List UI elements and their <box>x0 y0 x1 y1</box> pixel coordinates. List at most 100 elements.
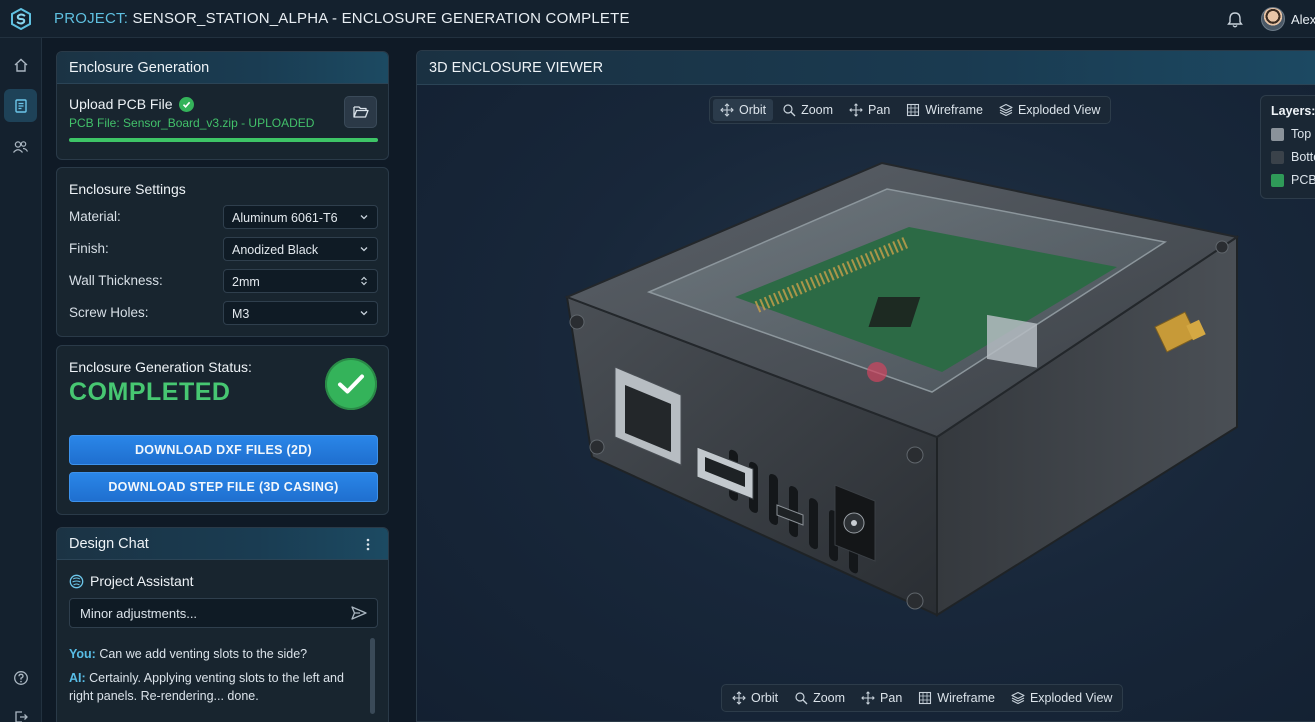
chat-message-user: You: Can we add venting slots to the sid… <box>69 645 359 663</box>
sidebar-item-projects[interactable] <box>4 89 37 122</box>
folder-open-icon <box>352 106 369 118</box>
chevron-down-icon <box>360 247 368 252</box>
upload-folder-button[interactable] <box>344 96 377 128</box>
tool-label: Wireframe <box>937 691 995 705</box>
tool-pan[interactable]: Pan <box>854 687 909 709</box>
more-options-icon[interactable] <box>360 536 376 552</box>
screw-holes-select[interactable]: M3 <box>223 301 378 325</box>
orbit-icon <box>720 103 734 117</box>
enclosure-viewer: 3D ENCLOSURE VIEWER Orbit Zoom Pan Wiref… <box>416 50 1315 722</box>
tool-exploded-view[interactable]: Exploded View <box>992 99 1107 121</box>
chevron-down-icon <box>360 215 368 220</box>
title-project: SENSOR_STATION_ALPHA - ENCLOSURE GENERAT… <box>132 10 630 27</box>
home-icon <box>14 58 27 72</box>
layer-pcb[interactable]: PCB <box>1271 173 1315 187</box>
status-value: COMPLETED <box>69 378 231 406</box>
tool-wireframe[interactable]: Wireframe <box>899 99 990 121</box>
settings-title: Enclosure Settings <box>69 181 186 197</box>
generation-status-panel: Enclosure Generation Status: COMPLETED D… <box>56 345 389 515</box>
layer-swatch <box>1271 173 1284 187</box>
select-value: M3 <box>232 307 250 321</box>
tool-label: Orbit <box>739 103 767 117</box>
layer-bottom[interactable]: Botto <box>1271 150 1315 164</box>
upload-progress-bar <box>69 138 378 142</box>
help-icon <box>13 670 28 685</box>
tool-zoom[interactable]: Zoom <box>787 687 852 709</box>
layer-swatch <box>1271 127 1284 141</box>
viewer-title: 3D ENCLOSURE VIEWER <box>429 59 604 76</box>
layer-label: Top C <box>1291 127 1315 141</box>
panel-title: Design Chat <box>69 535 149 552</box>
panel-header: Design Chat <box>57 528 388 560</box>
tool-label: Pan <box>880 691 903 705</box>
pan-icon <box>849 103 863 117</box>
sidebar-item-home[interactable] <box>4 48 37 81</box>
upload-progress-fill <box>69 138 378 142</box>
layers-title: Layers: <box>1271 104 1315 118</box>
stepper-value: 2mm <box>232 275 260 289</box>
chevron-down-icon <box>360 311 368 316</box>
sidebar-item-team[interactable] <box>4 130 37 163</box>
select-value: Anodized Black <box>232 243 319 257</box>
tool-zoom[interactable]: Zoom <box>775 99 840 121</box>
tool-wireframe[interactable]: Wireframe <box>911 687 1002 709</box>
avatar[interactable] <box>1261 7 1285 31</box>
tool-orbit[interactable]: Orbit <box>713 99 774 121</box>
assistant-name: Project Assistant <box>90 573 194 589</box>
check-circle-icon <box>178 96 194 112</box>
material-select[interactable]: Aluminum 6061-T6 <box>223 205 378 229</box>
wall-thickness-stepper[interactable]: 2mm <box>223 269 378 293</box>
sidebar-item-logout[interactable] <box>4 700 37 722</box>
stepper-arrows-icon[interactable] <box>359 276 369 286</box>
setting-label: Material: <box>69 209 121 224</box>
layer-label: PCB <box>1291 173 1315 187</box>
tool-orbit[interactable]: Orbit <box>725 687 785 709</box>
tool-label: Wireframe <box>925 103 983 117</box>
setting-row-finish: Finish: Anodized Black <box>69 237 378 261</box>
sidebar-item-help[interactable] <box>4 661 37 694</box>
chat-input-text: Minor adjustments... <box>80 606 198 621</box>
message-sender: You: <box>69 647 96 661</box>
tool-label: Exploded View <box>1029 691 1113 705</box>
tool-label: Orbit <box>751 691 779 705</box>
username[interactable]: Alex <box>1291 12 1315 27</box>
logout-icon <box>14 710 28 722</box>
assistant-header: Project Assistant <box>69 573 194 589</box>
setting-row-material: Material: Aluminum 6061-T6 <box>69 205 378 229</box>
setting-row-wall-thickness: Wall Thickness: 2mm <box>69 269 378 293</box>
setting-label: Wall Thickness: <box>69 273 163 288</box>
send-icon[interactable] <box>351 606 367 620</box>
layers-stack-icon <box>1011 691 1025 705</box>
top-bar: PROJECT: SENSOR_STATION_ALPHA - ENCLOSUR… <box>0 0 1315 38</box>
select-value: Aluminum 6061-T6 <box>232 211 338 225</box>
panel-header: Enclosure Generation <box>57 52 388 84</box>
wireframe-icon <box>907 103 920 117</box>
setting-label: Screw Holes: <box>69 305 149 320</box>
enclosure-generation-panel: Enclosure Generation Upload PCB File PCB… <box>56 51 389 160</box>
layer-swatch <box>1271 150 1284 164</box>
design-chat-panel: Design Chat Project Assistant Minor adju… <box>56 527 389 722</box>
tool-pan[interactable]: Pan <box>842 99 897 121</box>
chat-input[interactable]: Minor adjustments... <box>69 598 378 628</box>
page-title: PROJECT: SENSOR_STATION_ALPHA - ENCLOSUR… <box>54 10 630 27</box>
enclosure-settings-panel: Enclosure Settings Material: Aluminum 60… <box>56 167 389 337</box>
chat-message-ai: AI: Certainly. Applying venting slots to… <box>69 669 359 705</box>
tool-label: Exploded View <box>1017 103 1101 117</box>
download-dxf-button[interactable]: DOWNLOAD DXF FILES (2D) <box>69 435 378 465</box>
finish-select[interactable]: Anodized Black <box>223 237 378 261</box>
tool-exploded-view[interactable]: Exploded View <box>1004 687 1119 709</box>
enclosure-3d-model[interactable] <box>557 147 1247 627</box>
setting-row-screw-holes: Screw Holes: M3 <box>69 301 378 325</box>
download-step-button[interactable]: DOWNLOAD STEP FILE (3D CASING) <box>69 472 378 502</box>
success-check-icon <box>325 358 377 410</box>
app-logo-icon[interactable] <box>0 0 42 38</box>
notification-bell-icon[interactable] <box>1225 9 1245 29</box>
message-text: Certainly. Applying venting slots to the… <box>69 671 344 703</box>
users-icon <box>12 140 29 153</box>
orbit-icon <box>732 691 746 705</box>
sidebar <box>0 38 42 722</box>
layer-top-cover[interactable]: Top C <box>1271 127 1315 141</box>
message-text: Can we add venting slots to the side? <box>99 647 308 661</box>
chat-scrollbar[interactable] <box>370 638 375 714</box>
layers-stack-icon <box>999 103 1013 117</box>
